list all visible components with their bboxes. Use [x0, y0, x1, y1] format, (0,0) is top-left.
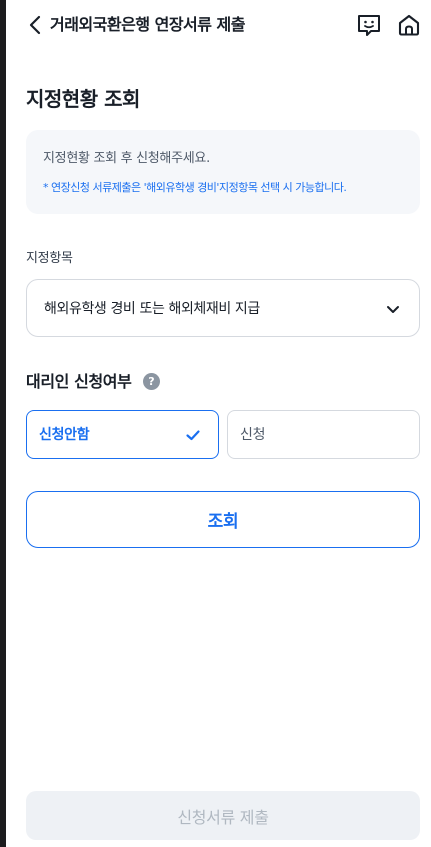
designation-label: 지정항목 [26, 251, 73, 266]
home-icon [398, 14, 420, 36]
chatbot-icon [358, 15, 380, 36]
header: 거래외국환은행 연장서류 제출 [6, 0, 431, 52]
proxy-option-apply[interactable]: 신청 [227, 410, 420, 459]
home-button[interactable] [396, 12, 422, 38]
page-title: 거래외국환은행 연장서류 제출 [50, 15, 246, 34]
chevron-left-icon [29, 15, 41, 35]
designation-select[interactable]: 해외유학생 경비 또는 해외체재비 지급 [26, 279, 420, 337]
notice-subtext: * 연장신청 서류제출은 '해외유학생 경비'지정항목 선택 시 가능합니다. [43, 181, 347, 194]
notice-box: 지정현황 조회 후 신청해주세요. * 연장신청 서류제출은 '해외유학생 경비… [26, 130, 420, 214]
back-button[interactable] [24, 13, 46, 37]
checkmark-icon [186, 430, 200, 441]
chevron-down-icon [387, 306, 399, 313]
section-title: 지정현황 조회 [26, 87, 140, 111]
proxy-title: 대리인 신청여부 [26, 372, 132, 391]
designation-value: 해외유학생 경비 또는 해외체재비 지급 [44, 301, 260, 317]
screen: 거래외국환은행 연장서류 제출 지정현황 조회 지정현황 조회 후 신청해주세요… [6, 0, 431, 847]
proxy-option-label: 신청안함 [39, 427, 90, 443]
chatbot-button[interactable] [356, 12, 382, 38]
notice-text: 지정현황 조회 후 신청해주세요. [43, 151, 210, 166]
proxy-option-label: 신청 [240, 427, 266, 443]
submit-documents-button[interactable]: 신청서류 제출 [26, 791, 420, 840]
query-button[interactable]: 조회 [26, 491, 420, 548]
query-button-label: 조회 [207, 512, 239, 532]
help-icon[interactable]: ? [143, 373, 160, 390]
proxy-option-not-apply[interactable]: 신청안함 [26, 410, 219, 459]
submit-button-label: 신청서류 제출 [177, 807, 269, 827]
